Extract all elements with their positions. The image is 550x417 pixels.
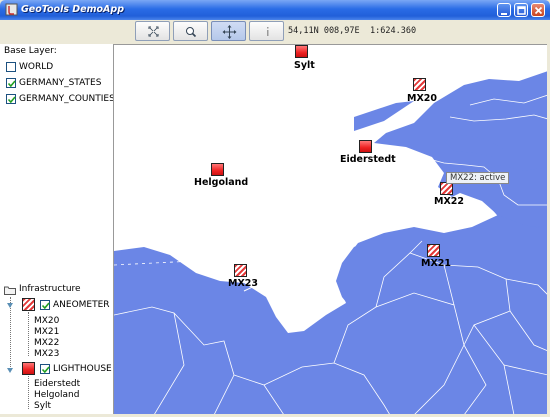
minimize-icon (501, 13, 507, 15)
coordinate-readout: 54,11N 008,97E (288, 26, 360, 36)
tree-leaf-eiderstedt[interactable]: Eiderstedt (34, 379, 80, 389)
tree-leaf-helgoland[interactable]: Helgoland (34, 390, 79, 400)
tree-group-lighthouse[interactable]: LIGHTHOUSE (53, 364, 112, 374)
check-icon (7, 96, 16, 104)
window-title: GeoTools DemoApp (21, 4, 125, 15)
maximize-button[interactable] (514, 3, 528, 17)
zoom-extent-button[interactable] (135, 21, 170, 41)
tree-connector (28, 376, 29, 409)
minimize-button[interactable] (497, 3, 511, 17)
map-label-mx22: MX22 (434, 196, 464, 207)
tree-expand-toggle-icon[interactable] (6, 367, 14, 375)
info-icon (267, 27, 269, 36)
aneometer-checkbox[interactable] (40, 300, 50, 310)
map-label-eiderstedt: Eiderstedt (340, 154, 396, 165)
close-icon (534, 6, 543, 15)
tree-expand-toggle-icon[interactable] (6, 302, 14, 310)
map-label-sylt: Sylt (294, 60, 315, 71)
scale-readout: 1:624.360 (370, 26, 417, 36)
check-icon (41, 302, 50, 310)
close-button[interactable] (531, 3, 545, 17)
germany-counties-checkbox[interactable] (6, 94, 16, 104)
map-label-mx20: MX20 (407, 93, 437, 104)
tree-leaf-mx21[interactable]: MX21 (34, 327, 59, 337)
map-label-mx21: MX21 (421, 258, 451, 269)
magnifier-icon (186, 27, 197, 38)
pan-button[interactable] (211, 21, 246, 41)
layer-label: WORLD (19, 62, 54, 72)
map-label-helgoland: Helgoland (194, 177, 249, 188)
base-layer-heading: Base Layer: (4, 46, 57, 56)
marker-mx21[interactable] (427, 244, 440, 257)
marker-tooltip: MX22: active (446, 172, 510, 184)
sea-area (444, 135, 504, 157)
marker-mx23[interactable] (234, 264, 247, 277)
title-bar[interactable]: GeoTools DemoApp (0, 0, 550, 20)
tree-leaf-mx20[interactable]: MX20 (34, 316, 59, 326)
zoom-button[interactable] (173, 21, 208, 41)
lighthouse-red-swatch (22, 362, 35, 375)
marker-mx20[interactable] (413, 78, 426, 91)
tree-group-aneometer[interactable]: ANEOMETER (53, 300, 110, 310)
map-label-mx23: MX23 (228, 278, 258, 289)
marker-sylt[interactable] (295, 45, 308, 58)
world-checkbox[interactable] (6, 62, 16, 72)
tree-leaf-mx23[interactable]: MX23 (34, 349, 59, 359)
zoom-extent-icon (148, 26, 159, 37)
tree-leaf-sylt[interactable]: Sylt (34, 401, 51, 411)
tree-connector (28, 312, 29, 356)
check-icon (7, 80, 16, 88)
map-geometry (114, 45, 547, 414)
java-app-icon (5, 3, 18, 16)
app-window: GeoTools DemoApp 54,11N 008,97E 1:624.36… (0, 0, 550, 417)
check-icon (41, 366, 50, 374)
info-button[interactable] (249, 21, 284, 41)
folder-icon (4, 286, 16, 295)
map-canvas[interactable]: Sylt MX20 Eiderstedt Helgoland MX22 MX21… (113, 44, 547, 414)
layer-label: GERMANY_COUNTIES (19, 94, 115, 104)
marker-helgoland[interactable] (211, 163, 224, 176)
lighthouse-checkbox[interactable] (40, 364, 50, 374)
pan-arrows-icon (222, 25, 237, 39)
maximize-icon (517, 6, 526, 15)
marker-eiderstedt[interactable] (359, 140, 372, 153)
germany-states-checkbox[interactable] (6, 78, 16, 88)
tree-root-label: Infrastructure (19, 284, 81, 294)
aneometer-hatched-swatch (22, 298, 35, 311)
tree-leaf-mx22[interactable]: MX22 (34, 338, 59, 348)
layer-label: GERMANY_STATES (19, 78, 102, 88)
